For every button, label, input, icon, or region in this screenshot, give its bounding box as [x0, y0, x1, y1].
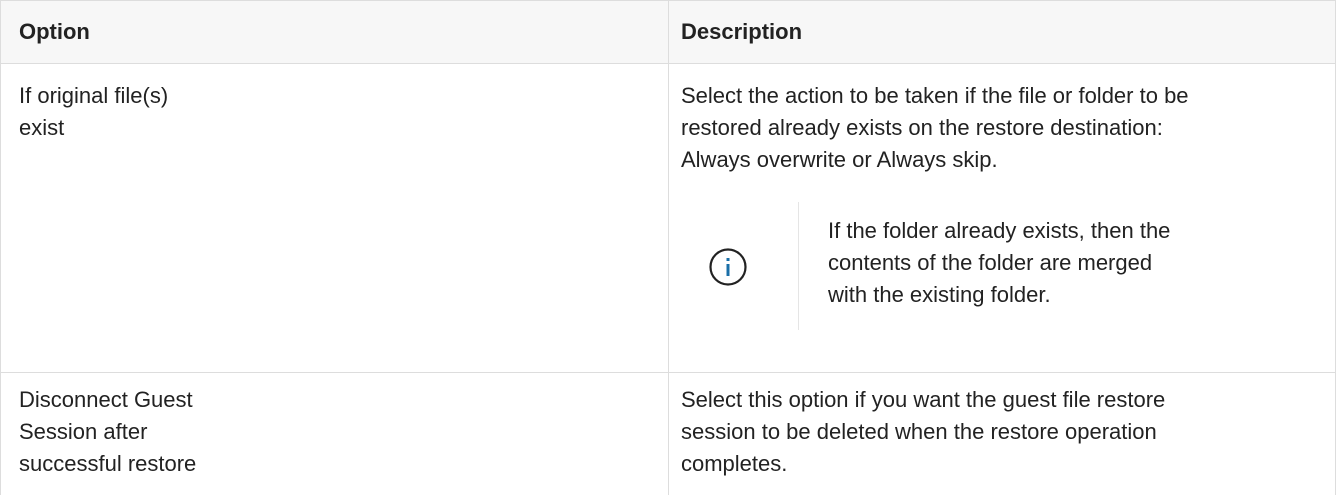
info-note: If the folder already exists, then the c… — [690, 202, 1320, 330]
note-line: with the existing folder. — [828, 282, 1051, 307]
table-cell-description: Select this option if you want the guest… — [681, 384, 1331, 480]
option-line: Disconnect Guest — [19, 387, 193, 412]
column-header-option: Option — [19, 19, 90, 44]
table-border-right — [1335, 0, 1336, 495]
option-line: Session after — [19, 419, 148, 444]
option-line: If original file(s) — [19, 83, 169, 108]
description-line: Select the action to be taken if the fil… — [681, 83, 1189, 108]
note-line: contents of the folder are merged — [828, 250, 1153, 275]
note-line: If the folder already exists, then the — [828, 218, 1171, 243]
info-icon — [709, 248, 747, 286]
table-border-column — [668, 0, 669, 495]
table-cell-option: Disconnect Guest Session after successfu… — [19, 384, 649, 480]
note-divider — [798, 202, 799, 330]
option-line: exist — [19, 115, 65, 140]
description-line: Select this option if you want the guest… — [681, 387, 1166, 412]
options-table: Option Description If original file(s) e… — [0, 0, 1336, 495]
description-line: session to be deleted when the restore o… — [681, 419, 1157, 444]
table-border-left — [0, 0, 1, 495]
option-line: successful restore — [19, 451, 197, 476]
column-header-description: Description — [681, 19, 803, 44]
table-cell-description: Select the action to be taken if the fil… — [681, 80, 1331, 176]
note-text: If the folder already exists, then the c… — [828, 215, 1308, 311]
description-line: restored already exists on the restore d… — [681, 115, 1163, 140]
description-line: completes. — [681, 451, 788, 476]
table-cell-option: If original file(s) exist — [19, 80, 649, 144]
description-line: Always overwrite or Always skip. — [681, 147, 998, 172]
